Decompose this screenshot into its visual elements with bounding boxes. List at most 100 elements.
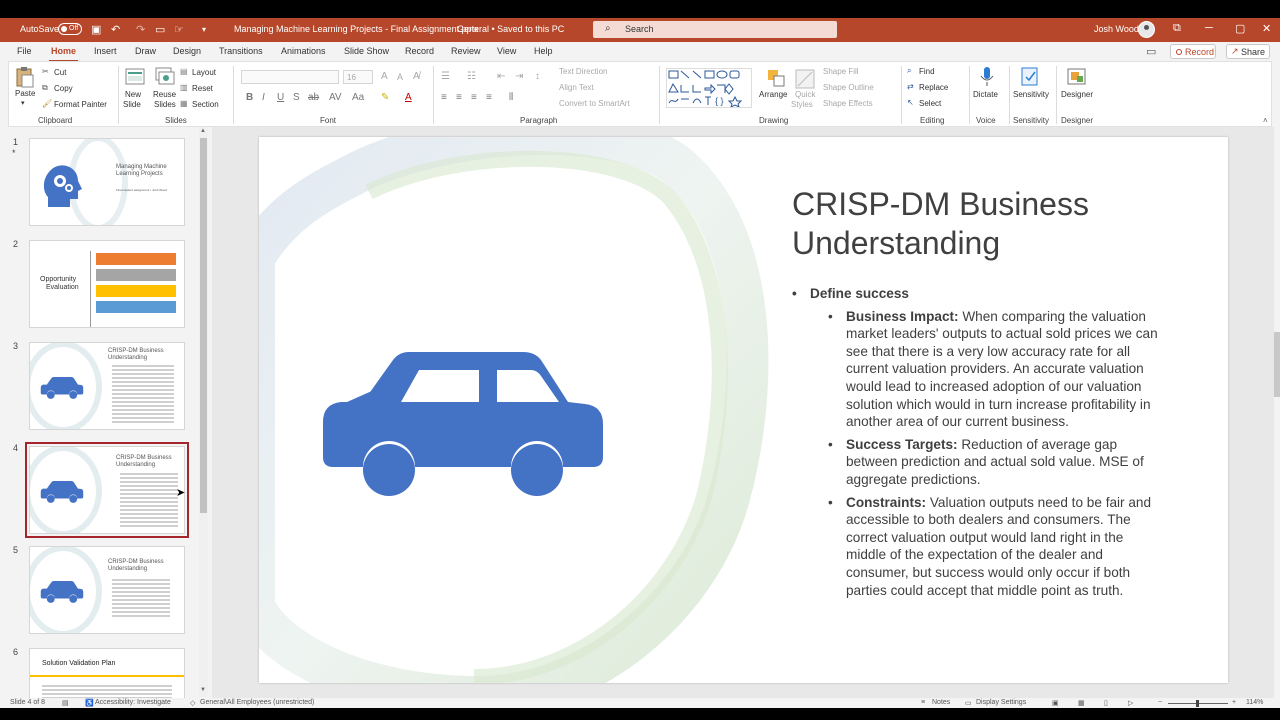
tab-draw[interactable]: Draw: [135, 46, 156, 56]
sensitivity-button[interactable]: Sensitivity: [1013, 90, 1049, 99]
align-text-button[interactable]: Align Text: [559, 83, 594, 92]
new-slide-icon[interactable]: [125, 66, 147, 88]
search-box[interactable]: ⌕ Search: [593, 21, 837, 38]
new-slide-label-2[interactable]: Slide: [123, 100, 141, 109]
find-button[interactable]: Find: [919, 67, 935, 76]
tab-insert[interactable]: Insert: [94, 46, 117, 56]
align-center-icon[interactable]: ≡: [456, 92, 462, 103]
paste-dropdown-icon[interactable]: ▾: [21, 99, 25, 107]
clear-formatting-icon[interactable]: A̸: [413, 71, 420, 82]
notes-button[interactable]: Notes: [932, 699, 950, 706]
align-left-icon[interactable]: ≡: [441, 92, 447, 103]
slide-thumbnail-3[interactable]: CRISP-DM Business Understanding: [29, 342, 185, 430]
increase-indent-icon[interactable]: ⇥: [515, 71, 523, 82]
cut-button[interactable]: Cut: [54, 68, 66, 77]
collapse-ribbon-icon[interactable]: ˄: [1263, 116, 1268, 125]
line-spacing-icon[interactable]: ↕: [535, 71, 540, 82]
redo-icon[interactable]: ↷: [136, 23, 145, 36]
tab-help[interactable]: Help: [534, 46, 553, 56]
tab-file[interactable]: File: [17, 46, 32, 56]
font-name-combo[interactable]: [241, 70, 339, 84]
decrease-font-icon[interactable]: A: [397, 72, 403, 82]
user-name[interactable]: Josh Wood: [1094, 24, 1139, 34]
close-icon[interactable]: ✕: [1262, 22, 1271, 35]
slide-sorter-icon[interactable]: ▦: [1078, 699, 1085, 707]
tab-animations[interactable]: Animations: [281, 46, 326, 56]
microphone-icon[interactable]: [978, 66, 996, 88]
shape-effects-button[interactable]: Shape Effects: [823, 99, 873, 108]
copy-button[interactable]: Copy: [54, 84, 73, 93]
zoom-in-icon[interactable]: +: [1232, 699, 1236, 706]
thumbnail-scrollbar[interactable]: ▲ ▼: [199, 127, 208, 697]
dictate-button[interactable]: Dictate: [973, 90, 998, 99]
reading-view-icon[interactable]: ▯: [1104, 699, 1108, 707]
new-slide-label-1[interactable]: New: [125, 90, 141, 99]
zoom-slider-knob[interactable]: [1196, 700, 1199, 707]
customize-qat-icon[interactable]: ▾: [202, 25, 206, 34]
slideshow-icon[interactable]: ▷: [1128, 699, 1133, 707]
reset-button[interactable]: Reset: [192, 84, 213, 93]
spelling-icon[interactable]: ▤: [62, 699, 69, 707]
shapes-icon[interactable]: { }: [667, 69, 751, 107]
arrange-button[interactable]: Arrange: [759, 90, 787, 99]
slide-thumbnail-2[interactable]: Opportunity Evaluation: [29, 240, 185, 328]
reuse-slides-icon[interactable]: [154, 66, 176, 88]
shadow-icon[interactable]: S: [293, 92, 300, 103]
touch-mode-icon[interactable]: ☞: [174, 23, 184, 36]
italic-icon[interactable]: I: [262, 92, 265, 103]
zoom-out-icon[interactable]: −: [1158, 699, 1162, 706]
reuse-label-2[interactable]: Slides: [154, 100, 176, 109]
highlight-icon[interactable]: ✎: [381, 92, 389, 103]
designer-icon[interactable]: [1066, 66, 1088, 88]
slide-thumbnail-6[interactable]: Solution Validation Plan: [29, 648, 185, 698]
slide-thumbnail-5[interactable]: CRISP-DM Business Understanding: [29, 546, 185, 634]
format-painter-button[interactable]: Format Painter: [54, 100, 107, 109]
replace-button[interactable]: Replace: [919, 83, 948, 92]
ribbon-display-icon[interactable]: ⧉: [1173, 22, 1181, 35]
strikethrough-icon[interactable]: ab: [308, 92, 319, 103]
paste-icon[interactable]: [15, 66, 35, 88]
tab-record[interactable]: Record: [405, 46, 434, 56]
undo-icon[interactable]: ↶: [111, 23, 120, 36]
font-color-icon[interactable]: A: [405, 92, 412, 103]
decrease-indent-icon[interactable]: ⇤: [497, 71, 505, 82]
underline-icon[interactable]: U: [277, 92, 284, 103]
designer-button[interactable]: Designer: [1061, 90, 1093, 99]
zoom-level[interactable]: 114%: [1246, 699, 1263, 706]
quick-styles-label-2[interactable]: Styles: [791, 100, 813, 109]
reuse-label-1[interactable]: Reuse: [153, 90, 176, 99]
minimize-icon[interactable]: ─: [1205, 22, 1213, 34]
align-right-icon[interactable]: ≡: [471, 92, 477, 103]
avatar[interactable]: [1138, 21, 1155, 38]
shape-outline-button[interactable]: Shape Outline: [823, 83, 874, 92]
bold-icon[interactable]: B: [246, 92, 253, 103]
sensitivity-label[interactable]: General\All Employees (unrestricted): [200, 699, 314, 706]
restore-icon[interactable]: ▢: [1235, 22, 1245, 35]
record-button[interactable]: Record: [1170, 44, 1216, 59]
scrollbar-thumb[interactable]: [200, 138, 207, 513]
autosave-toggle[interactable]: Off: [58, 23, 82, 35]
start-presentation-icon[interactable]: ▭: [155, 23, 165, 36]
comments-icon[interactable]: ▭: [1146, 45, 1156, 58]
tab-home[interactable]: Home: [48, 46, 79, 62]
justify-icon[interactable]: ≡: [486, 92, 492, 103]
accessibility-status[interactable]: Accessibility: Investigate: [95, 699, 171, 706]
display-settings-button[interactable]: Display Settings: [976, 699, 1026, 706]
save-icon[interactable]: ▣: [91, 23, 101, 36]
quick-styles-label-1[interactable]: Quick: [795, 90, 815, 99]
quick-styles-icon[interactable]: [794, 68, 816, 90]
slide-body-text[interactable]: Define success Business Impact: When com…: [792, 285, 1158, 604]
change-case-icon[interactable]: Aa: [352, 92, 364, 103]
layout-button[interactable]: Layout: [192, 68, 216, 77]
columns-icon[interactable]: ⫴: [509, 92, 513, 103]
slide-thumbnail-1[interactable]: Managing Machine Learning Projects Final…: [29, 138, 185, 226]
tab-transitions[interactable]: Transitions: [219, 46, 263, 56]
section-button[interactable]: Section: [192, 100, 219, 109]
convert-smartart-button[interactable]: Convert to SmartArt: [559, 99, 630, 108]
normal-view-icon[interactable]: ▣: [1052, 699, 1059, 707]
increase-font-icon[interactable]: A: [381, 71, 388, 82]
tab-slide-show[interactable]: Slide Show: [344, 46, 389, 56]
arrange-icon[interactable]: [766, 68, 788, 90]
editor-scrollbar[interactable]: [1274, 127, 1280, 698]
font-size-combo[interactable]: 16: [343, 70, 373, 84]
